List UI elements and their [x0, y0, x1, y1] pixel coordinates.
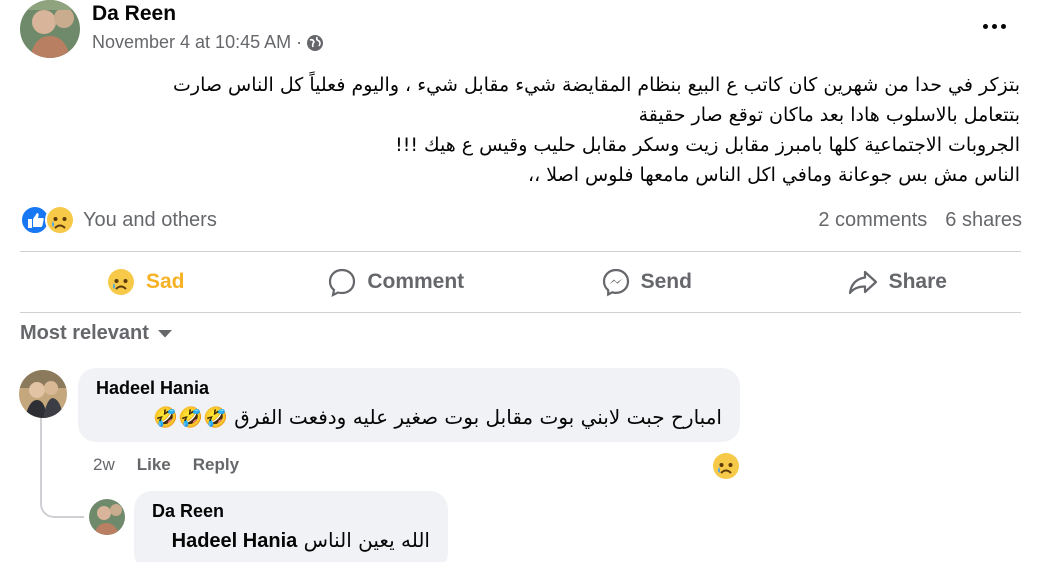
commenter-avatar[interactable]: [19, 370, 67, 418]
thread-connector: [40, 418, 84, 518]
globe-icon: [307, 34, 324, 51]
comment-author[interactable]: Hadeel Hania: [96, 378, 722, 399]
reaction-icons[interactable]: [20, 205, 75, 235]
post-text-line: الناس مش بس جوعانة ومافي اكل الناس مامعه…: [527, 164, 1020, 186]
sort-label: Most relevant: [20, 322, 149, 344]
post-meta: November 4 at 10:45 AM ·: [92, 32, 324, 53]
more-options-icon[interactable]: [978, 12, 1010, 40]
sad-label: Sad: [145, 270, 185, 293]
post-text-line: الجروبات الاجتماعية كلها بامبرز مقابل زي…: [395, 134, 1020, 156]
post-body: بتزكر في حدا من شهرين كان كاتب ع البيع ب…: [40, 70, 1020, 190]
comment-bubble: Hadeel Hania امبارح جبت لابني بوت مقابل …: [78, 368, 740, 442]
reply-author[interactable]: Da Reen: [152, 501, 430, 522]
sad-reaction-icon: [107, 269, 134, 295]
comments-count[interactable]: 2 comments: [818, 209, 927, 232]
reply-bubble: Da Reen الله يعين الناس Hadeel Hania: [134, 491, 448, 562]
send-button[interactable]: Send: [521, 257, 772, 307]
share-label: Share: [888, 270, 947, 293]
caret-down-icon: [157, 329, 172, 337]
sad-reaction-icon: [713, 453, 739, 479]
comment-reaction[interactable]: [711, 451, 741, 486]
share-arrow-icon: [848, 270, 877, 295]
reply-text: الله يعين الناس Hadeel Hania: [152, 528, 430, 553]
post-timestamp[interactable]: November 4 at 10:45 AM ·: [92, 32, 302, 53]
comment-text: امبارح جبت لابني بوت مقابل بوت صغير عليه…: [153, 405, 722, 429]
post-action-bar: Sad Comment Send Share: [20, 257, 1022, 307]
comment-button[interactable]: Comment: [271, 257, 522, 307]
mention-link[interactable]: Hadeel Hania: [172, 530, 298, 552]
comment-time[interactable]: 2w: [93, 455, 115, 475]
comment-bubble-icon: [329, 268, 356, 297]
engagement-counts: 2 comments 6 shares: [818, 209, 1022, 232]
divider: [20, 251, 1021, 252]
sad-reaction-button[interactable]: Sad: [20, 257, 271, 307]
divider: [20, 312, 1021, 313]
comment-reply-button[interactable]: Reply: [193, 455, 239, 475]
reply-text-body: الله يعين الناس: [303, 528, 430, 552]
post-text-line: بتتعامل بالاسلوب هادا بعد ماكان توقع صار…: [638, 104, 1020, 126]
post-text-line: بتزكر في حدا من شهرين كان كاتب ع البيع ب…: [173, 74, 1020, 96]
comment-like-button[interactable]: Like: [137, 455, 171, 475]
comment-sort-dropdown[interactable]: Most relevant: [20, 322, 173, 345]
post-author-name[interactable]: Da Reen: [92, 2, 176, 26]
shares-count[interactable]: 6 shares: [945, 209, 1022, 232]
reply-author-avatar[interactable]: [89, 499, 125, 535]
share-button[interactable]: Share: [772, 257, 1023, 307]
reactions-summary: You and others 2 comments 6 shares: [20, 203, 1022, 237]
send-label: Send: [640, 270, 692, 293]
reactors-label[interactable]: You and others: [83, 209, 217, 232]
messenger-icon: [602, 268, 629, 297]
author-avatar[interactable]: [20, 0, 80, 58]
comment-actions: 2w Like Reply: [93, 455, 239, 475]
comment-label: Comment: [367, 270, 465, 293]
sad-reaction-icon: [45, 205, 75, 235]
